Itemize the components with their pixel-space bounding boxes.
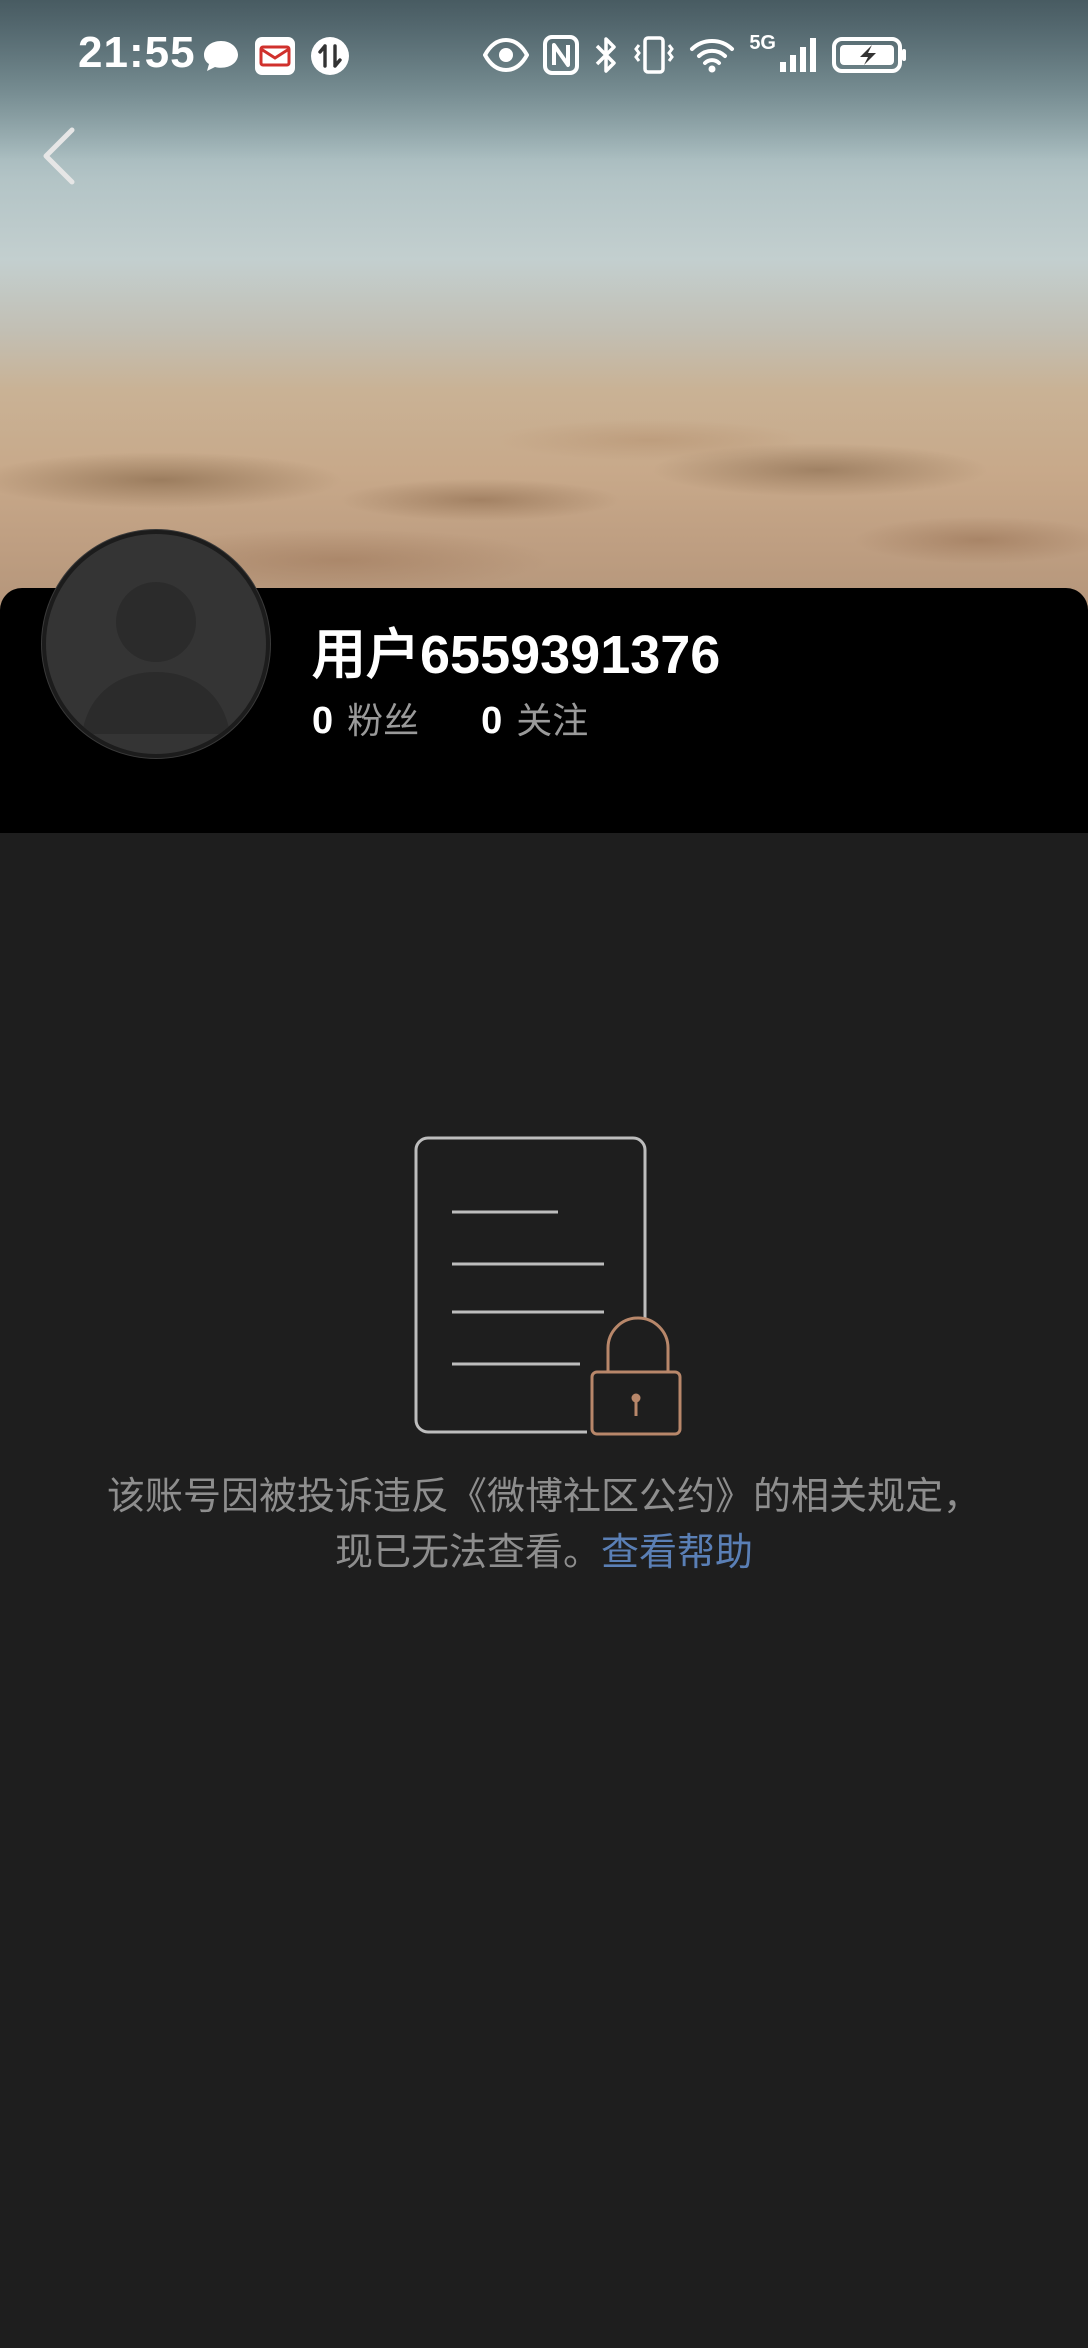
default-user-silhouette-icon bbox=[82, 582, 230, 734]
battery-charging-icon bbox=[832, 35, 908, 75]
mail-icon bbox=[254, 36, 296, 76]
back-button[interactable] bbox=[30, 118, 90, 198]
wifi-icon bbox=[689, 36, 735, 74]
nfc-icon bbox=[543, 35, 580, 75]
avatar[interactable] bbox=[42, 530, 270, 758]
profile-stats: 0 粉丝 0 关注 bbox=[312, 692, 588, 744]
vibrate-icon bbox=[633, 35, 675, 75]
following-count: 0 bbox=[481, 700, 503, 742]
locked-document-icon bbox=[404, 1136, 694, 1446]
eye-icon bbox=[483, 38, 530, 72]
notice-message: 该账号因被投诉违反《微博社区公约》的相关规定，现已无法查看。 bbox=[106, 1474, 981, 1574]
message-icon bbox=[202, 38, 240, 74]
followers-count: 0 bbox=[312, 700, 334, 742]
status-time: 21:55 bbox=[78, 28, 196, 77]
account-blocked-notice: 该账号因被投诉违反《微博社区公约》的相关规定，现已无法查看。查看帮助 bbox=[94, 1468, 994, 1580]
profile-screen: 21:55 5G 用户6559391376 0 粉丝 0 关注 该账号因被投诉违… bbox=[0, 0, 1088, 2348]
system-icons: 5G bbox=[483, 30, 908, 80]
following-stat[interactable]: 0 关注 bbox=[481, 692, 588, 744]
user-name: 用户6559391376 bbox=[312, 625, 721, 685]
followers-stat[interactable]: 0 粉丝 bbox=[312, 692, 419, 744]
network-type-label: 5G bbox=[749, 31, 776, 54]
followers-label: 粉丝 bbox=[347, 701, 420, 742]
sync-icon bbox=[310, 36, 350, 76]
signal-icon bbox=[778, 36, 818, 74]
status-bar: 21:55 5G bbox=[0, 0, 1088, 112]
view-help-link[interactable]: 查看帮助 bbox=[601, 1530, 753, 1574]
bluetooth-icon bbox=[593, 35, 619, 75]
notification-icons bbox=[202, 36, 350, 76]
following-label: 关注 bbox=[516, 701, 589, 742]
chevron-left-icon bbox=[40, 124, 80, 192]
